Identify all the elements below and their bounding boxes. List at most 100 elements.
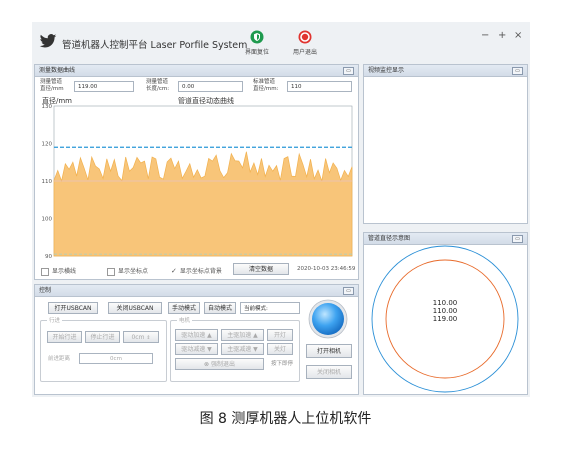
measured-diameter-field[interactable]: 119.00 [74,81,134,92]
field-label-line1: 标准管道 [253,79,276,85]
title-bar: 管道机器人控制平台 Laser Porfile System 界面复位 用户退出… [32,22,530,62]
start-travel-button[interactable]: 开始行进 [47,331,82,343]
maximize-button[interactable]: + [498,30,506,41]
main-drive-decelerate-label: 主驱减速 [227,346,252,353]
show-grid-checkbox[interactable]: 显示横线 [41,266,76,276]
measured-length-label: 测量管道 长度/cm: [146,79,169,93]
y-tick-labels: 90 100 110 120 130 [42,104,53,260]
pipe-diagram-panel: 管道直径示意图 ▭ 110.00 110.00 119.00 [363,232,528,395]
y-tick-label: 130 [42,104,53,110]
exit-icon [298,30,312,44]
panel-restore-icon[interactable]: ▭ [512,235,523,243]
travel-group-title: 行进 [47,316,63,324]
show-points-checkbox[interactable]: 显示坐标点 [107,266,148,276]
diameter-value-2: 110.00 [433,307,458,315]
timestamp: 2020-10-03 23:46:59 [297,266,356,272]
video-panel: 视频监控显示 ▭ [363,64,528,224]
shield-reset-icon [250,30,264,44]
open-usbcan-button[interactable]: 打开USBCAN [48,302,98,314]
field-label-line2: 直径/mm: [253,86,279,92]
video-panel-title: 视频监控显示 [368,67,405,74]
control-panel-header: 控制 ▭ [35,285,358,297]
panel-restore-icon[interactable]: ▭ [512,67,523,75]
distance-field[interactable]: 0cm [79,353,153,364]
main-drive-decelerate-button[interactable]: 主驱减速 ▼ [221,343,264,355]
down-arrow-icon: ▼ [253,346,258,353]
stop-icon: ⊗ [204,361,210,368]
emergency-exit-button[interactable]: ⊗ 强制退出 [175,358,264,370]
standard-diameter-field[interactable]: 110 [287,81,352,92]
window-title: 管道机器人控制平台 Laser Porfile System [62,40,248,51]
field-label-line1: 测量管道 [146,79,169,85]
auto-mode-button[interactable]: 自动模式 [204,302,236,314]
y-tick-label: 120 [42,142,53,148]
y-tick-label: 90 [45,254,52,260]
show-grid-label: 显示横线 [52,268,77,275]
drive-decelerate-label: 驱动减速 [181,346,206,353]
stepper-arrows-icon: ⇕ [146,335,151,341]
distance-label: 前进距离 [48,356,71,362]
speed-stepper[interactable]: 0cm ⇕ [123,331,159,343]
down-arrow-icon: ▼ [207,346,212,353]
standard-diameter-label: 标准管道 直径/mm: [253,79,278,93]
clear-data-button[interactable]: 清空数据 [233,263,289,275]
stop-travel-button[interactable]: 停止行进 [85,331,120,343]
diameter-value-3: 119.00 [433,315,458,323]
show-points-label: 显示坐标点 [118,268,149,275]
measure-panel-title: 测量数据曲线 [39,67,76,74]
light-off-button[interactable]: 关灯 [267,343,293,355]
up-arrow-icon: ▲ [253,332,258,339]
field-label-line1: 测量管道 [40,79,63,85]
checkmark-icon: ✓ [171,267,177,275]
drive-accelerate-label: 驱动加速 [181,332,206,339]
diameter-value-1: 110.00 [433,299,458,307]
field-label-line2: 直径/mm [40,86,64,92]
bird-logo-icon [39,34,57,48]
diameter-chart: 直径/mm 管道直径动态曲线 90100110120130 [42,96,353,260]
emergency-note: 按下即停 [271,361,294,367]
control-panel-title: 控制 [39,287,52,294]
drive-decelerate-button[interactable]: 驱动减速 ▼ [175,343,218,355]
pipe-diagram-title: 管道直径示意图 [368,235,411,242]
measured-length-field[interactable]: 0.00 [178,81,243,92]
minimize-button[interactable]: − [481,30,489,41]
emergency-exit-label: 强制退出 [210,361,235,368]
checkbox-unchecked-icon [107,267,115,276]
user-exit-button[interactable]: 用户退出 [287,30,323,56]
pipe-cross-section: 110.00 110.00 119.00 [371,245,519,393]
drive-accelerate-button[interactable]: 驱动加速 ▲ [175,329,218,341]
main-drive-accelerate-label: 主驱加速 [227,332,252,339]
video-panel-header: 视频监控显示 ▭ [364,65,527,77]
panel-restore-icon[interactable]: ▭ [343,287,354,295]
show-background-label: 显示坐标点背景 [179,268,222,275]
measured-diameter-label: 测量管道 直径/mm [40,79,64,93]
checkbox-unchecked-icon [41,267,49,276]
close-usbcan-button[interactable]: 关闭USBCAN [108,302,162,314]
measure-panel: 测量数据曲线 ▭ 测量管道 直径/mm 119.00 测量管道 长度/cm: 0… [34,64,359,280]
camera-status-icon [308,299,348,339]
figure-caption: 图 8 测厚机器人上位机软件 [199,411,372,427]
app-window: 管道机器人控制平台 Laser Porfile System 界面复位 用户退出… [32,22,530,397]
chart-title: 管道直径动态曲线 [178,96,234,105]
open-camera-button[interactable]: 打开相机 [306,344,352,358]
close-camera-button[interactable]: 关闭相机 [306,365,352,379]
y-tick-label: 110 [42,179,53,185]
speed-value: 0cm [131,334,145,341]
y-tick-label: 100 [42,217,53,223]
control-panel: 控制 ▭ 打开USBCAN 关闭USBCAN 手动模式 自动模式 当前模式: 行… [34,284,359,395]
reset-view-label: 界面复位 [244,49,269,56]
current-mode-field: 当前模式: [240,302,300,314]
panel-restore-icon[interactable]: ▭ [343,67,354,75]
show-background-checkbox[interactable]: ✓ 显示坐标点背景 [171,266,222,275]
up-arrow-icon: ▲ [207,332,212,339]
user-exit-label: 用户退出 [292,49,317,56]
manual-mode-button[interactable]: 手动模式 [168,302,200,314]
main-drive-accelerate-button[interactable]: 主驱加速 ▲ [221,329,264,341]
field-label-line2: 长度/cm: [146,86,170,92]
travel-group: 行进 [40,316,167,382]
reset-view-button[interactable]: 界面复位 [239,30,275,56]
measure-panel-header: 测量数据曲线 ▭ [35,65,358,77]
close-button[interactable]: × [514,30,522,41]
motor-group-title: 电机 [177,316,193,324]
light-on-button[interactable]: 开灯 [267,329,293,341]
